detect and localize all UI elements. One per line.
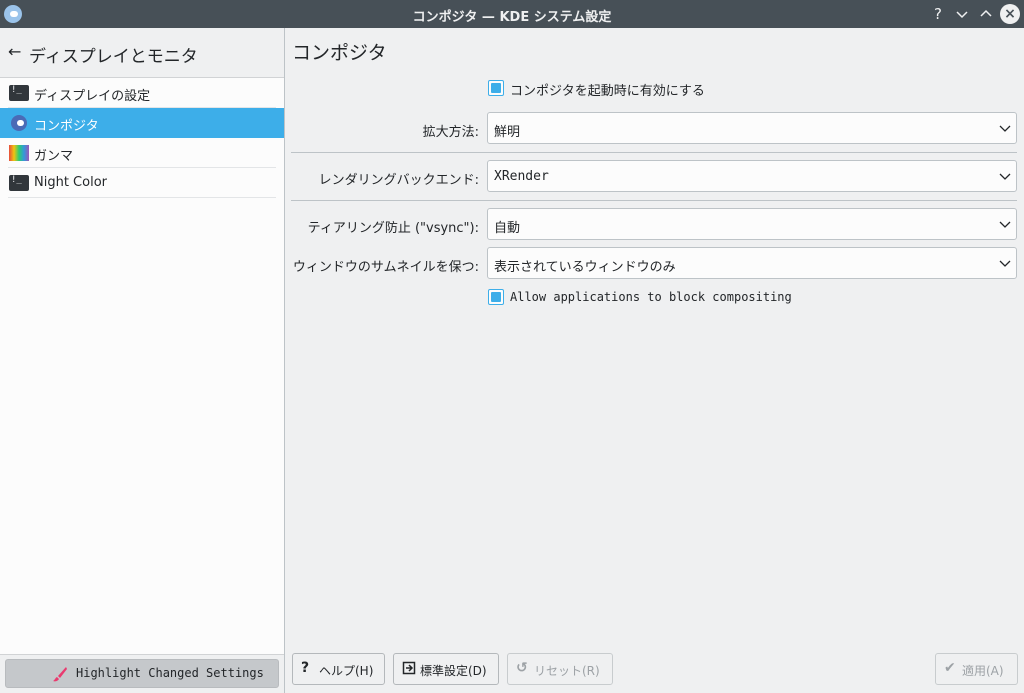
- sidebar-item-label: コンポジタ: [34, 119, 99, 134]
- maximize-icon[interactable]: [976, 4, 996, 24]
- divider: [291, 152, 1017, 153]
- sidebar-item-label: ディスプレイの設定: [34, 89, 151, 104]
- sidebar-item-display-settings[interactable]: ディスプレイの設定: [0, 78, 284, 108]
- divider: [8, 197, 276, 198]
- allow-block-compositing-checkbox[interactable]: [488, 289, 504, 305]
- sidebar-footer: Highlight Changed Settings: [0, 654, 284, 693]
- night-color-icon: [9, 175, 29, 191]
- divider: [291, 200, 1017, 201]
- highlight-changed-settings-button[interactable]: Highlight Changed Settings: [5, 659, 279, 688]
- checkmark-icon: ✔: [944, 660, 956, 676]
- scale-method-value: 鮮明: [494, 125, 521, 140]
- chevron-down-icon: [998, 217, 1012, 231]
- reset-button[interactable]: ↺ リセット(R): [507, 653, 613, 685]
- sidebar-header: ← ディスプレイとモニタ: [0, 28, 284, 78]
- highlight-button-label: Highlight Changed Settings: [76, 666, 264, 680]
- defaults-button-label: 標準設定(D): [420, 664, 487, 678]
- rendering-backend-label: レンダリングバックエンド:: [318, 173, 479, 188]
- window-titlebar: コンポジタ — KDE システム設定 ? ×: [0, 0, 1024, 28]
- sidebar-item-compositor[interactable]: コンポジタ: [0, 108, 284, 138]
- keep-thumbnails-label: ウィンドウのサムネイルを保つ:: [292, 260, 479, 275]
- help-icon[interactable]: ?: [928, 4, 948, 24]
- close-icon[interactable]: ×: [1000, 4, 1020, 24]
- defaults-icon: [402, 661, 416, 675]
- sidebar: ← ディスプレイとモニタ ディスプレイの設定 コンポジタ ガンマ Night C…: [0, 28, 285, 693]
- help-button-label: ヘルプ(H): [319, 664, 374, 678]
- apply-button[interactable]: ✔ 適用(A): [935, 653, 1018, 685]
- undo-icon: ↺: [516, 660, 528, 676]
- window-title: コンポジタ — KDE システム設定: [412, 10, 612, 25]
- apply-button-label: 適用(A): [962, 664, 1004, 678]
- rendering-backend-value: XRender: [494, 169, 549, 184]
- reset-button-label: リセット(R): [534, 664, 600, 678]
- main-panel: コンポジタ コンポジタを起動時に有効にする 拡大方法: 鮮明 レンダリングバック…: [285, 28, 1024, 693]
- chevron-down-icon: [998, 256, 1012, 270]
- chevron-down-icon: [998, 169, 1012, 183]
- scale-method-label: 拡大方法:: [422, 125, 479, 140]
- chevron-down-icon: [998, 121, 1012, 135]
- keep-thumbnails-value: 表示されているウィンドウのみ: [494, 260, 676, 275]
- allow-block-compositing-label: Allow applications to block compositing: [510, 290, 792, 304]
- help-button[interactable]: ? ヘルプ(H): [292, 653, 385, 685]
- tearing-prevention-select[interactable]: 自動: [487, 208, 1017, 240]
- enable-on-startup-label: コンポジタを起動時に有効にする: [510, 84, 705, 99]
- compositor-icon: [11, 115, 27, 131]
- question-icon: ?: [301, 660, 310, 676]
- sidebar-item-night-color[interactable]: Night Color: [0, 168, 284, 198]
- sidebar-item-gamma[interactable]: ガンマ: [0, 138, 284, 168]
- page-title: コンポジタ: [292, 42, 387, 64]
- sidebar-item-label: Night Color: [34, 175, 107, 190]
- rendering-backend-select[interactable]: XRender: [487, 160, 1017, 192]
- keep-thumbnails-select[interactable]: 表示されているウィンドウのみ: [487, 247, 1017, 279]
- back-arrow-icon[interactable]: ←: [8, 42, 21, 61]
- scale-method-select[interactable]: 鮮明: [487, 112, 1017, 144]
- enable-on-startup-checkbox[interactable]: [488, 80, 504, 96]
- sidebar-header-title: ディスプレイとモニタ: [29, 47, 198, 67]
- tearing-prevention-value: 自動: [494, 221, 521, 236]
- gamma-icon: [9, 145, 29, 161]
- defaults-button[interactable]: 標準設定(D): [393, 653, 499, 685]
- display-terminal-icon: [9, 85, 29, 101]
- paintbrush-icon: [52, 666, 67, 682]
- tearing-prevention-label: ティアリング防止 ("vsync"):: [307, 221, 479, 236]
- minimize-icon[interactable]: [952, 4, 972, 24]
- sidebar-item-label: ガンマ: [34, 149, 74, 164]
